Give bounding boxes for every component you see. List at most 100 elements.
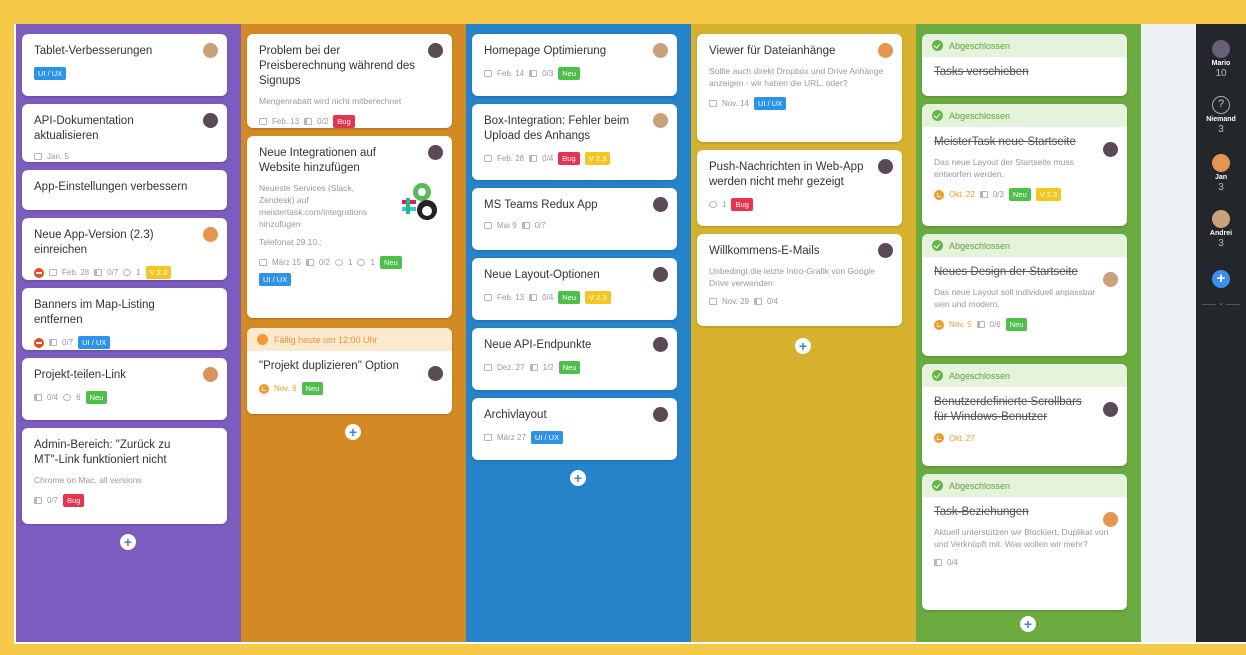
task-card[interactable]: MS Teams Redux App Mai 9 0/7 [472, 188, 677, 250]
checklist-icon [94, 269, 103, 276]
due-icon [259, 383, 269, 394]
tag-version[interactable]: V 2.3 [584, 152, 611, 165]
checklist-icon [521, 222, 530, 229]
tag-neu[interactable]: Neu [558, 361, 581, 374]
task-card[interactable]: Abgeschlossen MeisterTask neue Startseit… [922, 104, 1127, 226]
add-task-button[interactable]: + [570, 470, 586, 486]
tag-neu[interactable]: Neu [1008, 188, 1031, 201]
blocked-icon [34, 337, 44, 348]
task-card[interactable]: Neue App-Version (2.3) einreichen Feb. 2… [22, 218, 227, 280]
task-card[interactable]: Box-Integration: Fehler beim Upload des … [472, 104, 677, 180]
tag-neu[interactable]: Neu [379, 256, 402, 269]
tag-uiux[interactable]: UI / UX [259, 273, 292, 286]
chevron-down-icon[interactable]: ⌄ [1216, 300, 1226, 308]
section-column-3: Homepage Optimierung Feb. 14 0/3 Neu Box… [466, 24, 691, 642]
assignee-avatar [878, 159, 893, 174]
task-title: Problem bei der Preisberechnung während … [259, 45, 415, 87]
task-card[interactable]: Abgeschlossen Task-Beziehungen Aktuell u… [922, 474, 1127, 610]
task-card[interactable]: App-Einstellungen verbessern [22, 170, 227, 210]
task-card[interactable]: Projekt-teilen-Link 0/4 6 Neu [22, 358, 227, 420]
task-note: Telefonat 29.10.: [259, 237, 322, 247]
tag-bug[interactable]: Bug [63, 494, 85, 507]
tag-neu[interactable]: Neu [301, 382, 324, 395]
user-name: Andrei [1209, 230, 1233, 237]
task-card[interactable]: Admin-Bereich: "Zurück zu MT"-Link funkt… [22, 428, 227, 524]
add-task-button[interactable]: + [120, 534, 136, 550]
task-description: Mengenrabatt wird nicht mitberechnet [259, 96, 402, 106]
task-card[interactable]: Willkommens-E-Mails Unbedingt die letzte… [697, 234, 902, 326]
task-card[interactable]: Problem bei der Preisberechnung während … [247, 34, 452, 128]
task-card[interactable]: Abgeschlossen Benutzerdefinierte Scrollb… [922, 364, 1127, 466]
tag-uiux[interactable]: UI / UX [530, 431, 564, 444]
tag-uiux[interactable]: UI / UX [78, 336, 111, 349]
due-date: Nov. 6 [274, 384, 297, 393]
task-title: Willkommens-E-Mails [709, 245, 820, 257]
checklist-count: 0/2 [318, 258, 331, 267]
checklist-icon [304, 118, 313, 125]
user-filter-niemand[interactable]: ? Niemand 3 [1196, 96, 1246, 135]
tag-bug[interactable]: Bug [558, 152, 580, 165]
tag-neu[interactable]: Neu [1005, 318, 1028, 331]
comment-count: 1 [348, 258, 353, 267]
tag-uiux[interactable]: UI / UX [34, 67, 67, 80]
checklist-icon [529, 294, 538, 301]
task-card[interactable]: Neue API-Endpunkte Dez. 27 1/2 Neu [472, 328, 677, 390]
add-member-button[interactable]: + [1212, 270, 1230, 288]
check-icon [932, 240, 943, 251]
assignee-avatar [203, 367, 218, 382]
user-task-count: 10 [1215, 68, 1227, 79]
task-card[interactable]: Homepage Optimierung Feb. 14 0/3 Neu [472, 34, 677, 96]
tag-bug[interactable]: Bug [333, 115, 355, 128]
tag-neu[interactable]: Neu [558, 67, 581, 80]
tag-version[interactable]: V 2.3 [585, 291, 611, 304]
completed-text: Abgeschlossen [949, 480, 1011, 491]
tag-version[interactable]: V 2.3 [1035, 188, 1062, 201]
task-card[interactable]: Fällig heute um 12:00 Uhr "Projekt dupli… [247, 328, 452, 414]
tag-neu[interactable]: Neu [558, 291, 581, 304]
user-filter-andrei[interactable]: Andrei 3 [1196, 210, 1246, 249]
task-card[interactable]: Neue Integrationen auf Website hinzufüge… [247, 136, 452, 318]
checklist-count: 0/4 [542, 293, 554, 302]
due-icon [934, 433, 944, 443]
task-card[interactable]: Abgeschlossen Tasks verschieben [922, 34, 1127, 96]
task-card[interactable]: Banners im Map-Listing entfernen 0/7 UI … [22, 288, 227, 350]
task-card[interactable]: Tablet-Verbesserungen UI / UX [22, 34, 227, 96]
checklist-count: 0/4 [947, 558, 959, 567]
checklist-icon [979, 191, 988, 198]
assignee-avatar [878, 243, 893, 258]
tag-uiux[interactable]: UI / UX [753, 97, 787, 110]
assignee-avatar [203, 113, 218, 128]
user-filter-mario[interactable]: Mario 10 [1196, 40, 1246, 79]
add-task-button[interactable]: + [345, 424, 361, 440]
calendar-icon [259, 259, 267, 266]
section-column-1: Tablet-Verbesserungen UI / UX API-Dokume… [16, 24, 241, 642]
due-date: Nov. 29 [722, 297, 749, 306]
task-card[interactable]: Archivlayout März 27 UI / UX [472, 398, 677, 460]
question-icon: ? [1212, 96, 1230, 114]
assignee-avatar [428, 43, 443, 58]
checklist-count: 0/7 [62, 338, 74, 347]
task-title: Box-Integration: Fehler beim Upload des … [484, 115, 630, 142]
assignee-avatar [203, 43, 218, 58]
section-column-5: Abgeschlossen Tasks verschieben Abgeschl… [916, 24, 1141, 642]
section-column-2: Problem bei der Preisberechnung während … [241, 24, 466, 642]
task-card[interactable]: Viewer für Dateianhänge Sollte auch dire… [697, 34, 902, 142]
add-task-button[interactable]: + [1020, 616, 1036, 632]
tag-neu[interactable]: Neu [85, 391, 108, 404]
calendar-icon [259, 118, 267, 125]
checklist-count: 0/6 [989, 320, 1001, 329]
task-card[interactable]: API-Dokumentation aktualisieren Jan. 5 [22, 104, 227, 162]
user-filter-jan[interactable]: Jan 3 [1196, 154, 1246, 193]
calendar-icon [709, 100, 717, 107]
tag-version[interactable]: V 2.3 [145, 266, 172, 279]
task-card[interactable]: Neue Layout-Optionen Feb. 13 0/4 Neu V 2… [472, 258, 677, 320]
blocked-icon [34, 267, 44, 278]
checklist-icon [976, 321, 985, 328]
assignee-sidebar: Mario 10 ? Niemand 3 Jan 3 Andrei 3 + ⌄ [1196, 24, 1246, 642]
tag-bug[interactable]: Bug [731, 198, 753, 211]
avatar [1212, 210, 1230, 228]
task-card[interactable]: Push-Nachrichten in Web-App werden nicht… [697, 150, 902, 226]
task-card[interactable]: Abgeschlossen Neues Design der Startseit… [922, 234, 1127, 356]
task-title: Benutzerdefinierte Scrollbars für Window… [934, 396, 1082, 423]
add-task-button[interactable]: + [795, 338, 811, 354]
